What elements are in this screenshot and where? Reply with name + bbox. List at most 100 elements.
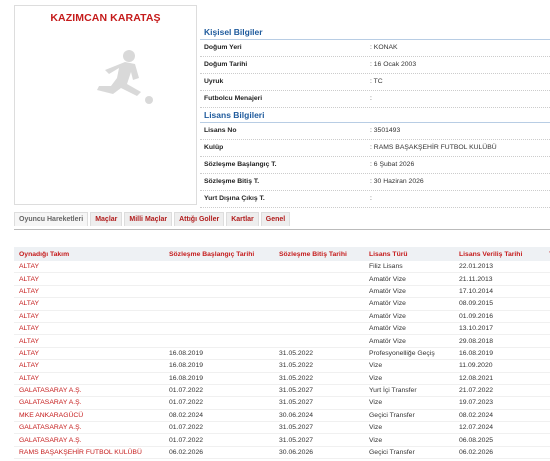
cell-extra xyxy=(544,421,550,435)
table-row: ALTAY Amatör Vize 21.11.2013 xyxy=(14,272,550,286)
table-row: ALTAY 16.08.2019 31.05.2022 Vize 12.08.2021 xyxy=(14,372,550,385)
cell-team[interactable]: ALTAY xyxy=(14,372,164,385)
cell-contract-end: 31.05.2027 xyxy=(274,433,364,447)
player-name: KAZIMCAN KARATAŞ xyxy=(50,12,161,24)
cell-extra xyxy=(544,409,550,423)
tab-player-movements[interactable]: Oyuncu Hareketleri xyxy=(14,212,89,226)
cell-team[interactable]: ALTAY xyxy=(14,359,164,373)
cell-contract-start: 16.08.2019 xyxy=(164,347,274,361)
col-license-date[interactable]: Lisans Veriliş Tarihi xyxy=(454,247,544,261)
player-silhouette-icon xyxy=(97,50,153,104)
info-value xyxy=(370,191,372,207)
cell-contract-end: 30.06.2026 xyxy=(274,446,364,460)
cell-license-type: Vize xyxy=(364,396,454,410)
cell-team[interactable]: GALATASARAY A.Ş. xyxy=(14,433,164,447)
cell-contract-start: 08.02.2024 xyxy=(164,409,274,423)
info-value: 30 Haziran 2026 xyxy=(370,174,424,190)
col-contract-start[interactable]: Sözleşme Başlangıç Tarihi xyxy=(164,247,274,261)
cell-team[interactable]: ALTAY xyxy=(14,322,164,336)
info-label: Doğum Tarihi xyxy=(204,61,248,68)
cell-extra xyxy=(544,334,550,348)
tab-bar: Oyuncu Hareketleri Maçlar Milli Maçlar Attı… xyxy=(14,212,292,228)
cell-license-date: 12.08.2021 xyxy=(454,372,544,385)
table-row: RAMS BAŞAKŞEHİR FUTBOL KULÜBÜ 06.02.2026 3… xyxy=(14,446,550,460)
cell-contract-start xyxy=(164,285,274,299)
cell-license-type: Vize xyxy=(364,359,454,373)
info-row-birthdate: Doğum Tarihi 16 Ocak 2003 xyxy=(200,57,550,74)
cell-extra xyxy=(544,285,550,299)
tab-cards[interactable]: Kartlar xyxy=(226,212,259,226)
cell-license-date: 08.02.2024 xyxy=(454,409,544,423)
cell-contract-start xyxy=(164,261,274,274)
info-row-nationality: Uyruk TC xyxy=(200,74,550,91)
cell-team[interactable]: GALATASARAY A.Ş. xyxy=(14,384,164,398)
tab-national-matches[interactable]: Milli Maçlar xyxy=(124,212,173,226)
col-license-type[interactable]: Lisans Türü xyxy=(364,247,454,261)
cell-extra xyxy=(544,322,550,336)
cell-team[interactable]: GALATASARAY A.Ş. xyxy=(14,396,164,410)
cell-license-type: Amatör Vize xyxy=(364,334,454,348)
personal-info-title: Kişisel Bilgiler xyxy=(200,25,550,40)
col-extra[interactable]: Y xyxy=(544,247,550,261)
cell-contract-start: 06.02.2026 xyxy=(164,446,274,460)
info-row-contract-start: Sözleşme Başlangıç T. 6 Şubat 2026 xyxy=(200,157,550,174)
cell-team[interactable]: ALTAY xyxy=(14,347,164,361)
info-row-contract-end: Sözleşme Bitiş T. 30 Haziran 2026 xyxy=(200,174,550,191)
cell-team[interactable]: GALATASARAY A.Ş. xyxy=(14,421,164,435)
col-team[interactable]: Oynadığı Takım xyxy=(14,247,164,261)
cell-team[interactable]: ALTAY xyxy=(14,310,164,323)
cell-contract-end xyxy=(274,261,364,274)
col-contract-end[interactable]: Sözleşme Bitiş Tarihi xyxy=(274,247,364,261)
table-header-row: Oynadığı Takım Sözleşme Başlangıç Tarihi… xyxy=(14,247,550,261)
cell-extra xyxy=(544,396,550,410)
cell-license-type: Yurt İçi Transfer xyxy=(364,384,454,398)
cell-license-type: Geçici Transfer xyxy=(364,446,454,460)
cell-license-type: Vize xyxy=(364,372,454,385)
cell-contract-end xyxy=(274,297,364,311)
info-value: KONAK xyxy=(370,40,398,56)
tab-goals[interactable]: Attığı Goller xyxy=(174,212,225,226)
cell-team[interactable]: ALTAY xyxy=(14,285,164,299)
cell-extra xyxy=(544,347,550,361)
table-row: ALTAY Amatör Vize 08.09.2015 xyxy=(14,297,550,311)
table-row: GALATASARAY A.Ş. 01.07.2022 31.05.2027 Vize… xyxy=(14,433,550,447)
cell-contract-start: 01.07.2022 xyxy=(164,384,274,398)
cell-contract-end: 31.05.2027 xyxy=(274,421,364,435)
player-info-panel: Kişisel Bilgiler Doğum Yeri KONAK Doğum … xyxy=(200,25,550,208)
cell-team[interactable]: ALTAY xyxy=(14,334,164,348)
cell-contract-start xyxy=(164,334,274,348)
info-label: Lisans No xyxy=(204,127,237,134)
cell-team[interactable]: MKE ANKARAGÜCÜ xyxy=(14,409,164,423)
cell-license-type: Amatör Vize xyxy=(364,310,454,323)
info-value: 16 Ocak 2003 xyxy=(370,57,416,73)
cell-contract-start xyxy=(164,322,274,336)
cell-team[interactable]: ALTAY xyxy=(14,261,164,274)
cell-license-date: 08.09.2015 xyxy=(454,297,544,311)
info-label: Uyruk xyxy=(204,78,224,85)
cell-contract-start: 01.07.2022 xyxy=(164,396,274,410)
tab-general[interactable]: Genel xyxy=(260,212,291,226)
cell-extra xyxy=(544,272,550,286)
cell-extra xyxy=(544,384,550,398)
cell-contract-start: 16.08.2019 xyxy=(164,359,274,373)
info-label: Kulüp xyxy=(204,144,224,151)
cell-contract-end: 31.05.2027 xyxy=(274,384,364,398)
cell-contract-end: 31.05.2022 xyxy=(274,347,364,361)
info-label: Doğum Yeri xyxy=(204,44,242,51)
tab-matches[interactable]: Maçlar xyxy=(90,212,123,226)
cell-contract-end xyxy=(274,272,364,286)
cell-contract-start xyxy=(164,297,274,311)
cell-license-type: Vize xyxy=(364,433,454,447)
info-label: Yurt Dışına Çıkış T. xyxy=(204,195,265,202)
cell-team[interactable]: ALTAY xyxy=(14,272,164,286)
cell-license-date: 29.08.2018 xyxy=(454,334,544,348)
cell-license-date: 01.09.2016 xyxy=(454,310,544,323)
info-row-club: Kulüp RAMS BAŞAKŞEHİR FUTBOL KULÜBÜ xyxy=(200,140,550,157)
tab-divider xyxy=(14,229,550,230)
cell-extra xyxy=(544,310,550,323)
cell-license-date: 21.11.2013 xyxy=(454,272,544,286)
table-row: MKE ANKARAGÜCÜ 08.02.2024 30.06.2024 Geçici… xyxy=(14,409,550,423)
cell-team[interactable]: RAMS BAŞAKŞEHİR FUTBOL KULÜBÜ xyxy=(14,446,164,460)
cell-license-date: 21.07.2022 xyxy=(454,384,544,398)
cell-team[interactable]: ALTAY xyxy=(14,297,164,311)
